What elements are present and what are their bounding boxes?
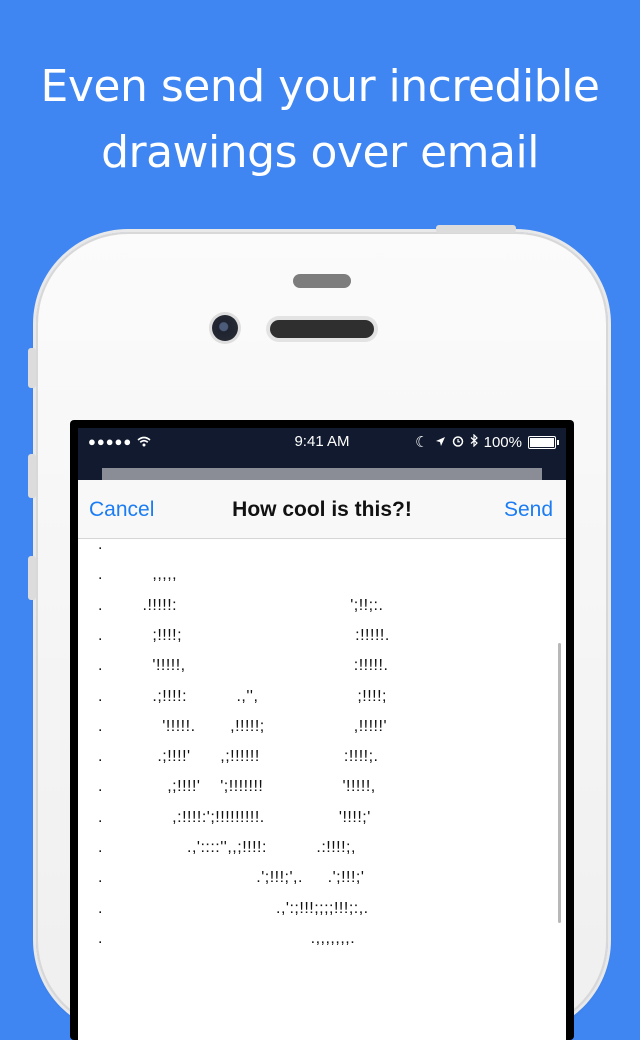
ascii-art-line: . '!!!!!. ,!!!!!; ,!!!!!' [98, 717, 387, 735]
ascii-art-line: . .,'::::'',,;!!!!: .:!!!!;, [98, 839, 356, 856]
send-button[interactable]: Send [504, 498, 553, 522]
status-right-group: ☾ 100% [415, 433, 559, 451]
compose-navbar: Cancel How cool is this?! Send [78, 480, 566, 539]
ascii-art-line: . .';!!!;',. .';!!!;' [98, 869, 365, 887]
power-button [436, 225, 516, 233]
headline: Even send your incredible drawings over … [0, 54, 640, 186]
bluetooth-icon [470, 433, 478, 451]
ascii-art-line: . ;!!!!; :!!!!!. [98, 626, 390, 644]
ascii-art-line: . [98, 536, 103, 553]
volume-up-button [28, 454, 36, 498]
status-bar: ●●●●● 9:41 AM ☾ 100% [78, 428, 566, 456]
moon-icon: ☾ [415, 434, 429, 451]
battery-icon [528, 435, 559, 449]
ascii-art-line: . .;!!!!: .,'', ;!!!!; [98, 687, 387, 705]
ascii-art-line: . ,,,,, [98, 566, 178, 584]
phone-screen: ●●●●● 9:41 AM ☾ 100% Cancel How cool is … [70, 420, 574, 1040]
headline-line-2: drawings over email [101, 127, 539, 178]
ascii-art-line: . .;!!!!' ,;!!!!!! :!!!!;. [98, 748, 379, 766]
mute-switch [28, 348, 36, 388]
phone-frame: ●●●●● 9:41 AM ☾ 100% Cancel How cool is … [28, 225, 608, 1040]
ascii-art-line: . ,;!!!!' ';!!!!!!! '!!!!!, [98, 778, 376, 796]
ascii-art-line: . .!!!!!: ';!!;:. [98, 596, 384, 614]
ascii-art-line: . .,':;!!!;;;;!!!;:,. [98, 899, 369, 917]
front-camera-icon [212, 315, 238, 341]
earpiece-speaker [270, 320, 374, 338]
ascii-art-line: . ,:!!!!:';!!!!!!!!!. '!!!!;' [98, 808, 371, 826]
proximity-sensor [293, 274, 351, 288]
message-body[interactable]: . . ,,,,, . .!!!!!: ';!!;:. . ;!!!!; :!!!!!… [78, 536, 566, 1040]
location-arrow-icon [435, 434, 446, 451]
alarm-icon [452, 434, 464, 451]
volume-down-button [28, 556, 36, 600]
battery-percent: 100% [483, 433, 522, 451]
headline-line-1: Even send your incredible [40, 61, 600, 112]
compose-subject-title: How cool is this?! [232, 498, 412, 521]
ascii-art-line: . .,,,,,,,. [98, 929, 356, 947]
scrollbar[interactable] [558, 643, 561, 923]
ascii-art-line: . '!!!!!, :!!!!!. [98, 657, 389, 675]
mail-compose-sheet: Cancel How cool is this?! Send . . ,,,,,.… [78, 480, 566, 1040]
